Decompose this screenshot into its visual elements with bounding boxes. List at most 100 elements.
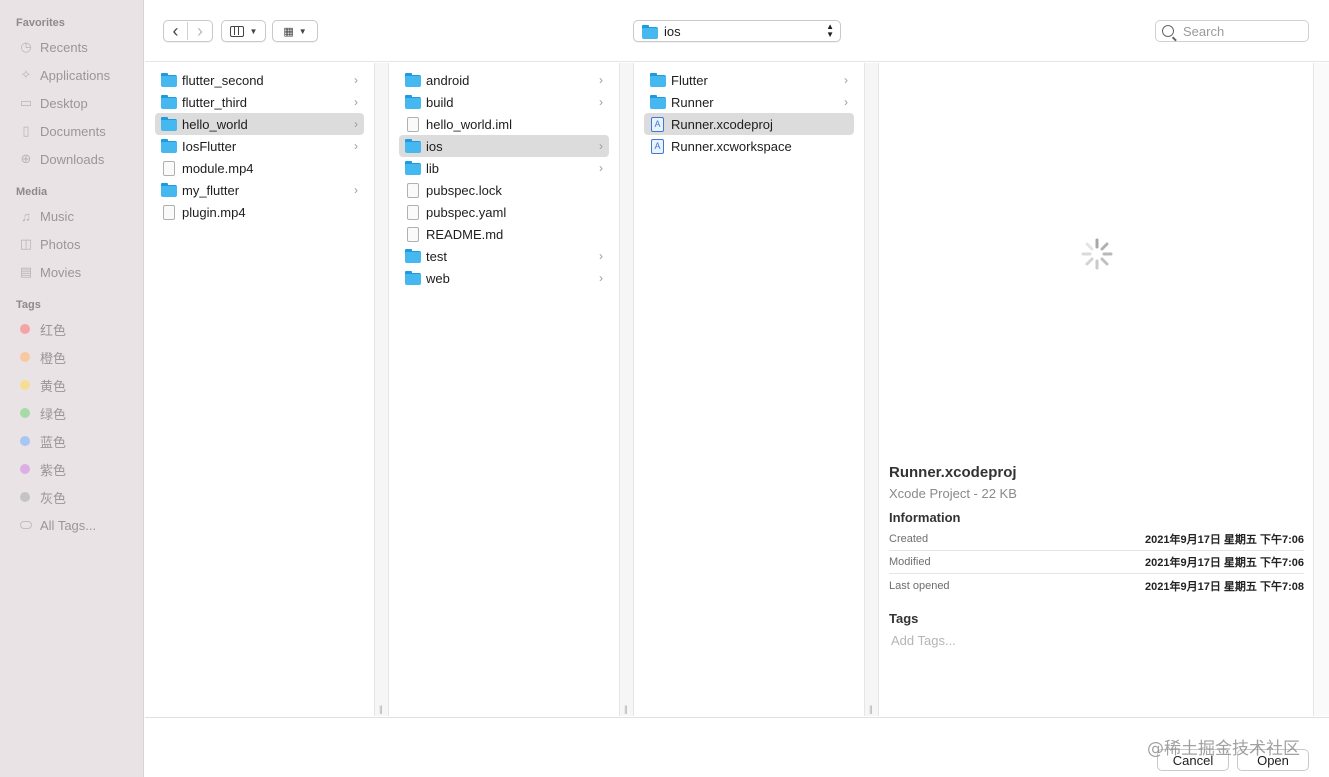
folder-row[interactable]: IosFlutter › xyxy=(155,135,364,157)
updown-chevron-icon: ▲ ▼ xyxy=(826,22,834,39)
item-label: Runner.xcworkspace xyxy=(671,138,792,154)
file-row[interactable]: README.md xyxy=(399,223,609,245)
folder-row[interactable]: Flutter › xyxy=(644,69,854,91)
item-label: android xyxy=(426,72,470,88)
info-value: 2021年9月17日 星期五 下午7:08 xyxy=(1145,580,1304,593)
column-divider[interactable]: || xyxy=(375,63,389,716)
sidebar-item-tag-3[interactable]: 绿色 xyxy=(0,399,143,427)
folder-row[interactable]: test › xyxy=(399,245,609,267)
all-tags-icon xyxy=(18,517,34,533)
sidebar-item-applications[interactable]: ✧ Applications xyxy=(0,61,143,89)
column-2: android › build › hello_world.iml ios › lib › pub… xyxy=(389,63,620,716)
item-label: IosFlutter xyxy=(182,138,237,154)
file-row[interactable]: hello_world.iml xyxy=(399,113,609,135)
chevron-down-icon: ▼ xyxy=(298,26,307,36)
folder-row[interactable]: hello_world › xyxy=(155,113,364,135)
file-row[interactable]: module.mp4 xyxy=(155,157,364,179)
tag-color-dot-icon xyxy=(18,377,34,393)
chevron-right-icon: › xyxy=(599,271,603,285)
xcode-file-icon: A xyxy=(651,117,664,132)
sidebar-item-tag-1[interactable]: 橙色 xyxy=(0,343,143,371)
chevron-right-icon: › xyxy=(599,249,603,263)
folder-row[interactable]: ios › xyxy=(399,135,609,157)
folder-row[interactable]: flutter_second › xyxy=(155,69,364,91)
sidebar-item-desktop[interactable]: ▭ Desktop xyxy=(0,89,143,117)
sidebar-item-label: Photos xyxy=(40,236,81,252)
column-divider[interactable]: || xyxy=(620,63,634,716)
path-label: ios xyxy=(664,23,681,39)
info-row-modified: Modified 2021年9月17日 星期五 下午7:06 xyxy=(889,551,1304,574)
search-field[interactable]: Search xyxy=(1155,20,1309,42)
back-button[interactable]: ‹ xyxy=(164,22,188,40)
chevron-right-icon: › xyxy=(599,161,603,175)
sidebar-item-label: Documents xyxy=(40,123,106,139)
column-divider[interactable]: || xyxy=(865,63,879,716)
preview-title: Runner.xcodeproj xyxy=(889,464,1017,481)
folder-row[interactable]: Runner › xyxy=(644,91,854,113)
scroll-area xyxy=(1314,63,1329,716)
sidebar-item-tag-4[interactable]: 蓝色 xyxy=(0,427,143,455)
preview-subtitle: Xcode Project - 22 KB xyxy=(889,486,1017,501)
resize-handle-icon[interactable]: || xyxy=(624,704,628,714)
column-3: Flutter › Runner › A Runner.xcodeproj A Runner.… xyxy=(634,63,865,716)
chevron-right-icon: › xyxy=(197,21,203,41)
folder-row[interactable]: lib › xyxy=(399,157,609,179)
resize-handle-icon[interactable]: || xyxy=(379,704,383,714)
chevron-right-icon: › xyxy=(354,95,358,109)
tags-heading: Tags xyxy=(889,611,919,626)
info-key: Last opened xyxy=(889,579,950,592)
document-icon xyxy=(407,227,419,242)
folder-icon xyxy=(405,95,421,109)
sidebar-item-recents[interactable]: ◷ Recents xyxy=(0,33,143,61)
forward-button[interactable]: › xyxy=(188,22,212,40)
file-row[interactable]: plugin.mp4 xyxy=(155,201,364,223)
loading-spinner-icon xyxy=(1081,238,1113,270)
file-row[interactable]: pubspec.lock xyxy=(399,179,609,201)
folder-icon xyxy=(161,183,177,197)
sidebar-item-label: 橙色 xyxy=(40,350,67,366)
resize-handle-icon[interactable]: || xyxy=(869,704,873,714)
folder-row[interactable]: my_flutter › xyxy=(155,179,364,201)
toolbar: ‹ › ▼ ▦ ▼ ios ▲ ▼ Search xyxy=(145,0,1329,62)
item-label: hello_world xyxy=(182,116,248,132)
add-tags-input[interactable]: Add Tags... xyxy=(891,633,956,648)
folder-icon xyxy=(650,73,666,87)
file-row[interactable]: pubspec.yaml xyxy=(399,201,609,223)
sidebar-item-movies[interactable]: ▤ Movies xyxy=(0,258,143,286)
folder-row[interactable]: build › xyxy=(399,91,609,113)
folder-icon xyxy=(161,73,177,87)
sidebar-item-tag-6[interactable]: 灰色 xyxy=(0,483,143,511)
folder-icon xyxy=(405,249,421,263)
folder-row[interactable]: android › xyxy=(399,69,609,91)
search-input[interactable]: Search xyxy=(1183,24,1224,39)
sidebar-item-downloads[interactable]: ⊕ Downloads xyxy=(0,145,143,173)
view-mode-button[interactable]: ▼ xyxy=(221,20,266,42)
sidebar-item-tag-0[interactable]: 红色 xyxy=(0,315,143,343)
path-popup[interactable]: ios ▲ ▼ xyxy=(633,20,841,42)
sidebar: Favorites ◷ Recents ✧ Applications ▭ Desktop ▯… xyxy=(0,0,144,777)
item-label: README.md xyxy=(426,226,504,242)
item-label: build xyxy=(426,94,454,110)
info-value: 2021年9月17日 星期五 下午7:06 xyxy=(1145,557,1304,569)
sidebar-item-photos[interactable]: ◫ Photos xyxy=(0,230,143,258)
group-by-button[interactable]: ▦ ▼ xyxy=(272,20,318,42)
sidebar-item-tag-5[interactable]: 紫色 xyxy=(0,455,143,483)
clock-icon: ◷ xyxy=(20,39,32,54)
document-icon xyxy=(407,205,419,220)
sidebar-item-label: 紫色 xyxy=(40,462,67,478)
item-label: plugin.mp4 xyxy=(182,204,246,220)
folder-row[interactable]: web › xyxy=(399,267,609,289)
sidebar-item-documents[interactable]: ▯ Documents xyxy=(0,117,143,145)
folder-icon xyxy=(405,73,421,87)
chevron-right-icon: › xyxy=(354,73,358,87)
sidebar-item-music[interactable]: ♫ Music xyxy=(0,202,143,230)
document-icon xyxy=(163,205,175,220)
tags-section-label: Tags xyxy=(16,299,41,311)
file-row[interactable]: A Runner.xcodeproj xyxy=(644,113,854,135)
search-icon xyxy=(1162,25,1177,41)
sidebar-item-tag-2[interactable]: 黄色 xyxy=(0,371,143,399)
folder-row[interactable]: flutter_third › xyxy=(155,91,364,113)
applications-icon: ✧ xyxy=(20,67,32,82)
sidebar-item-all-tags[interactable]: All Tags... xyxy=(0,511,143,539)
file-row[interactable]: A Runner.xcworkspace xyxy=(644,135,854,157)
